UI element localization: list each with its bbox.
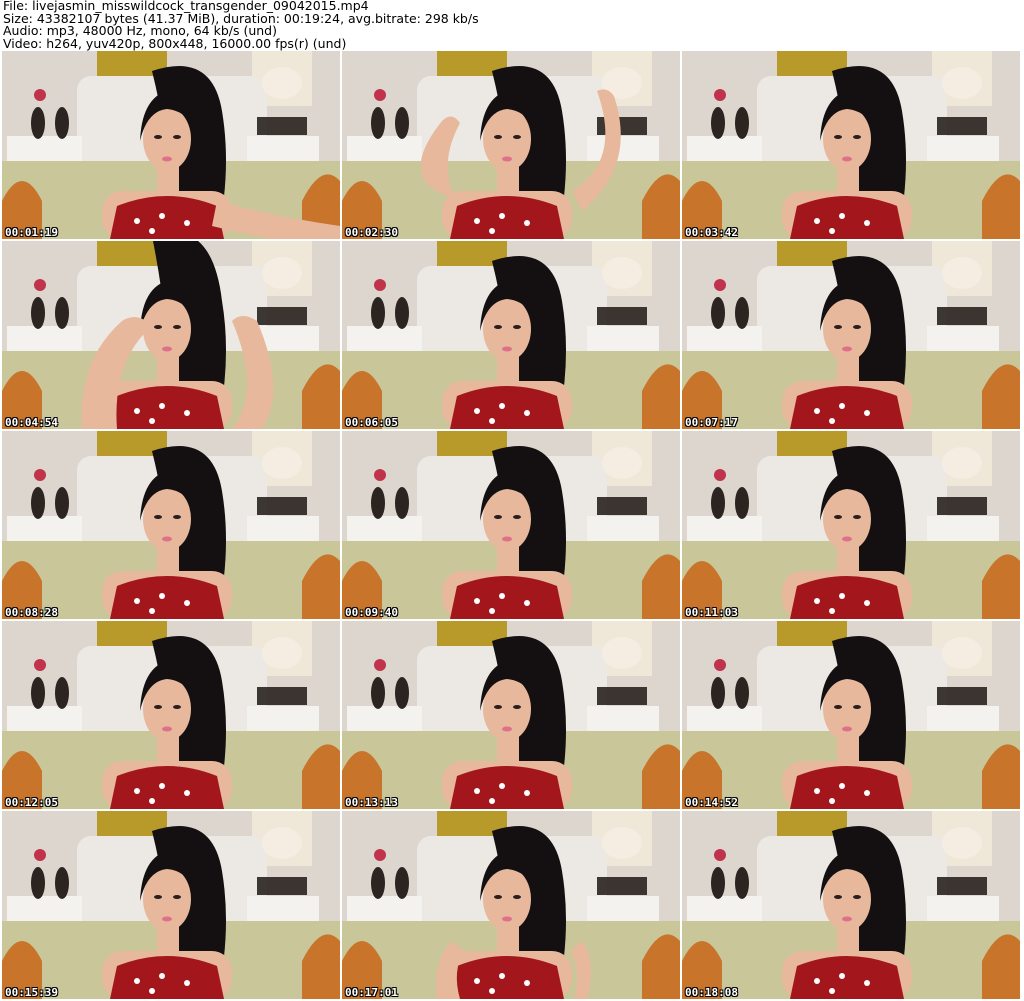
video-thumbnail: 00:11:03 [682, 431, 1020, 619]
thumbnail-timestamp: 00:17:01 [345, 986, 398, 999]
video-thumbnail: 00:04:54 [2, 241, 340, 429]
thumbnail-timestamp: 00:11:03 [685, 606, 738, 619]
video-thumbnail: 00:07:17 [682, 241, 1020, 429]
thumbnail-timestamp: 00:02:30 [345, 226, 398, 239]
thumbnail-timestamp: 00:14:52 [685, 796, 738, 809]
thumbnail-frame-image [2, 241, 340, 429]
thumbnail-frame-image [2, 621, 340, 809]
thumbnail-frame-image [342, 621, 680, 809]
thumbnail-frame-image [2, 811, 340, 999]
thumbnail-timestamp: 00:18:08 [685, 986, 738, 999]
thumbnail-timestamp: 00:01:19 [5, 226, 58, 239]
thumbnail-grid: 00:01:19 00:02:30 00:03:42 00:04:54 00:0… [0, 51, 1024, 1001]
video-thumbnail: 00:17:01 [342, 811, 680, 999]
thumbnail-timestamp: 00:07:17 [685, 416, 738, 429]
thumbnail-timestamp: 00:06:05 [345, 416, 398, 429]
thumbnail-timestamp: 00:08:28 [5, 606, 58, 619]
thumbnail-frame-image [682, 811, 1020, 999]
video-thumbnail: 00:18:08 [682, 811, 1020, 999]
thumbnail-timestamp: 00:04:54 [5, 416, 58, 429]
thumbnail-frame-image [342, 811, 680, 999]
thumbnail-frame-image [682, 51, 1020, 239]
video-thumbnail: 00:09:40 [342, 431, 680, 619]
video-thumbnail: 00:14:52 [682, 621, 1020, 809]
video-thumbnail: 00:12:05 [2, 621, 340, 809]
video-thumbnail: 00:02:30 [342, 51, 680, 239]
thumbnail-frame-image [2, 51, 340, 239]
video-info-line: Video: h264, yuv420p, 800x448, 16000.00 … [3, 35, 347, 51]
thumbnail-timestamp: 00:12:05 [5, 796, 58, 809]
thumbnail-frame-image [682, 621, 1020, 809]
thumbnail-frame-image [2, 431, 340, 619]
thumbnail-frame-image [682, 431, 1020, 619]
thumbnail-timestamp: 00:03:42 [685, 226, 738, 239]
thumbnail-timestamp: 00:15:39 [5, 986, 58, 999]
video-thumbnail: 00:15:39 [2, 811, 340, 999]
video-thumbnail: 00:03:42 [682, 51, 1020, 239]
video-thumbnail: 00:13:13 [342, 621, 680, 809]
thumbnail-frame-image [342, 431, 680, 619]
video-thumbnail: 00:08:28 [2, 431, 340, 619]
video-thumbnail: 00:06:05 [342, 241, 680, 429]
file-info-header: File: livejasmin_misswildcock_transgende… [3, 0, 1021, 50]
thumbnail-frame-image [342, 241, 680, 429]
thumbnail-timestamp: 00:13:13 [345, 796, 398, 809]
thumbnail-timestamp: 00:09:40 [345, 606, 398, 619]
video-thumbnail: 00:01:19 [2, 51, 340, 239]
thumbnail-frame-image [682, 241, 1020, 429]
thumbnail-frame-image [342, 51, 680, 239]
